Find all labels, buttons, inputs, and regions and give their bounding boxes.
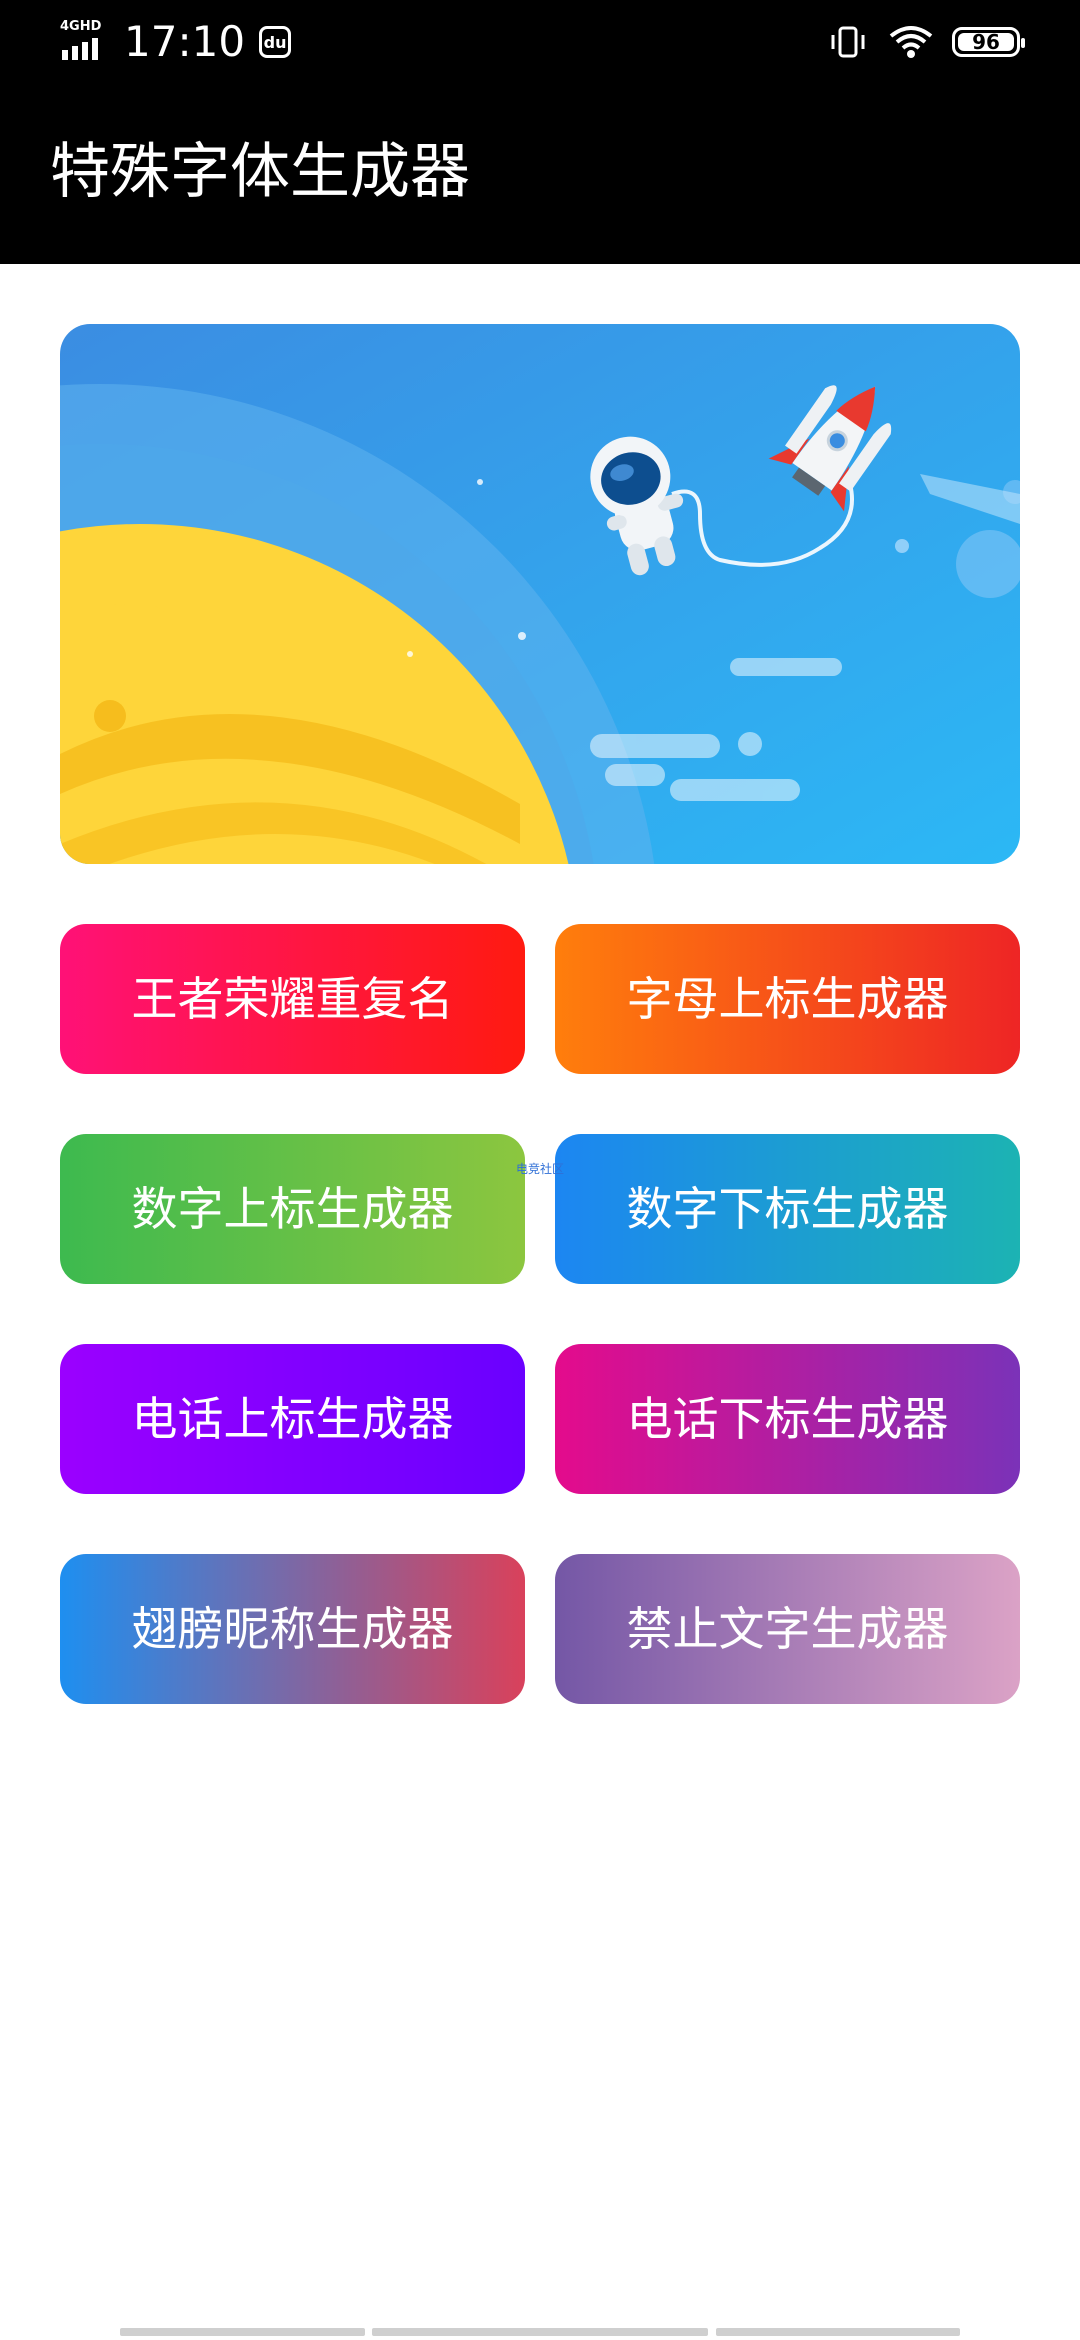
tile-wangzhe-duplicate-name[interactable]: 王者荣耀重复名 bbox=[60, 924, 525, 1074]
status-time: 17:10 bbox=[124, 17, 246, 66]
tile-label: 电话下标生成器 bbox=[626, 1392, 949, 1446]
status-bar: 4GHD 17:10 du 96 bbox=[0, 0, 1080, 84]
tile-label: 数字下标生成器 bbox=[626, 1182, 949, 1236]
page-title: 特殊字体生成器 bbox=[50, 137, 470, 207]
banner-illustration bbox=[60, 324, 1020, 864]
tile-label: 翅膀昵称生成器 bbox=[131, 1602, 454, 1656]
navigation-hint-bar bbox=[0, 2328, 1080, 2340]
tile-label: 字母上标生成器 bbox=[626, 972, 949, 1026]
tile-wings-nickname[interactable]: 翅膀昵称生成器 bbox=[60, 1554, 525, 1704]
tile-number-subscript[interactable]: 数字下标生成器 bbox=[555, 1134, 1020, 1284]
banner-image[interactable] bbox=[60, 324, 1020, 864]
tile-number-superscript[interactable]: 数字上标生成器 bbox=[60, 1134, 525, 1284]
tile-forbidden-text[interactable]: 禁止文字生成器 bbox=[555, 1554, 1020, 1704]
tile-label: 电话上标生成器 bbox=[131, 1392, 454, 1446]
tile-label: 王者荣耀重复名 bbox=[131, 972, 454, 1026]
tile-phone-superscript[interactable]: 电话上标生成器 bbox=[60, 1344, 525, 1494]
search-badge-icon: du bbox=[259, 26, 292, 58]
tile-label: 数字上标生成器 bbox=[131, 1182, 454, 1236]
wifi-icon bbox=[889, 26, 933, 58]
tile-letter-superscript[interactable]: 字母上标生成器 bbox=[555, 924, 1020, 1074]
network-type: 4GHD bbox=[60, 19, 102, 34]
signal-icon: 4GHD bbox=[60, 20, 110, 64]
battery-level: 96 bbox=[972, 30, 1000, 54]
status-right: 96 bbox=[828, 22, 1025, 62]
watermark-text: 电竞社区 bbox=[516, 1162, 565, 1176]
status-left: 4GHD 17:10 du bbox=[60, 17, 292, 66]
app-bar: 特殊字体生成器 bbox=[0, 84, 1080, 264]
tile-phone-subscript[interactable]: 电话下标生成器 bbox=[555, 1344, 1020, 1494]
battery-icon: 96 bbox=[952, 27, 1025, 57]
tile-label: 禁止文字生成器 bbox=[626, 1602, 949, 1656]
vibrate-icon bbox=[831, 26, 865, 58]
